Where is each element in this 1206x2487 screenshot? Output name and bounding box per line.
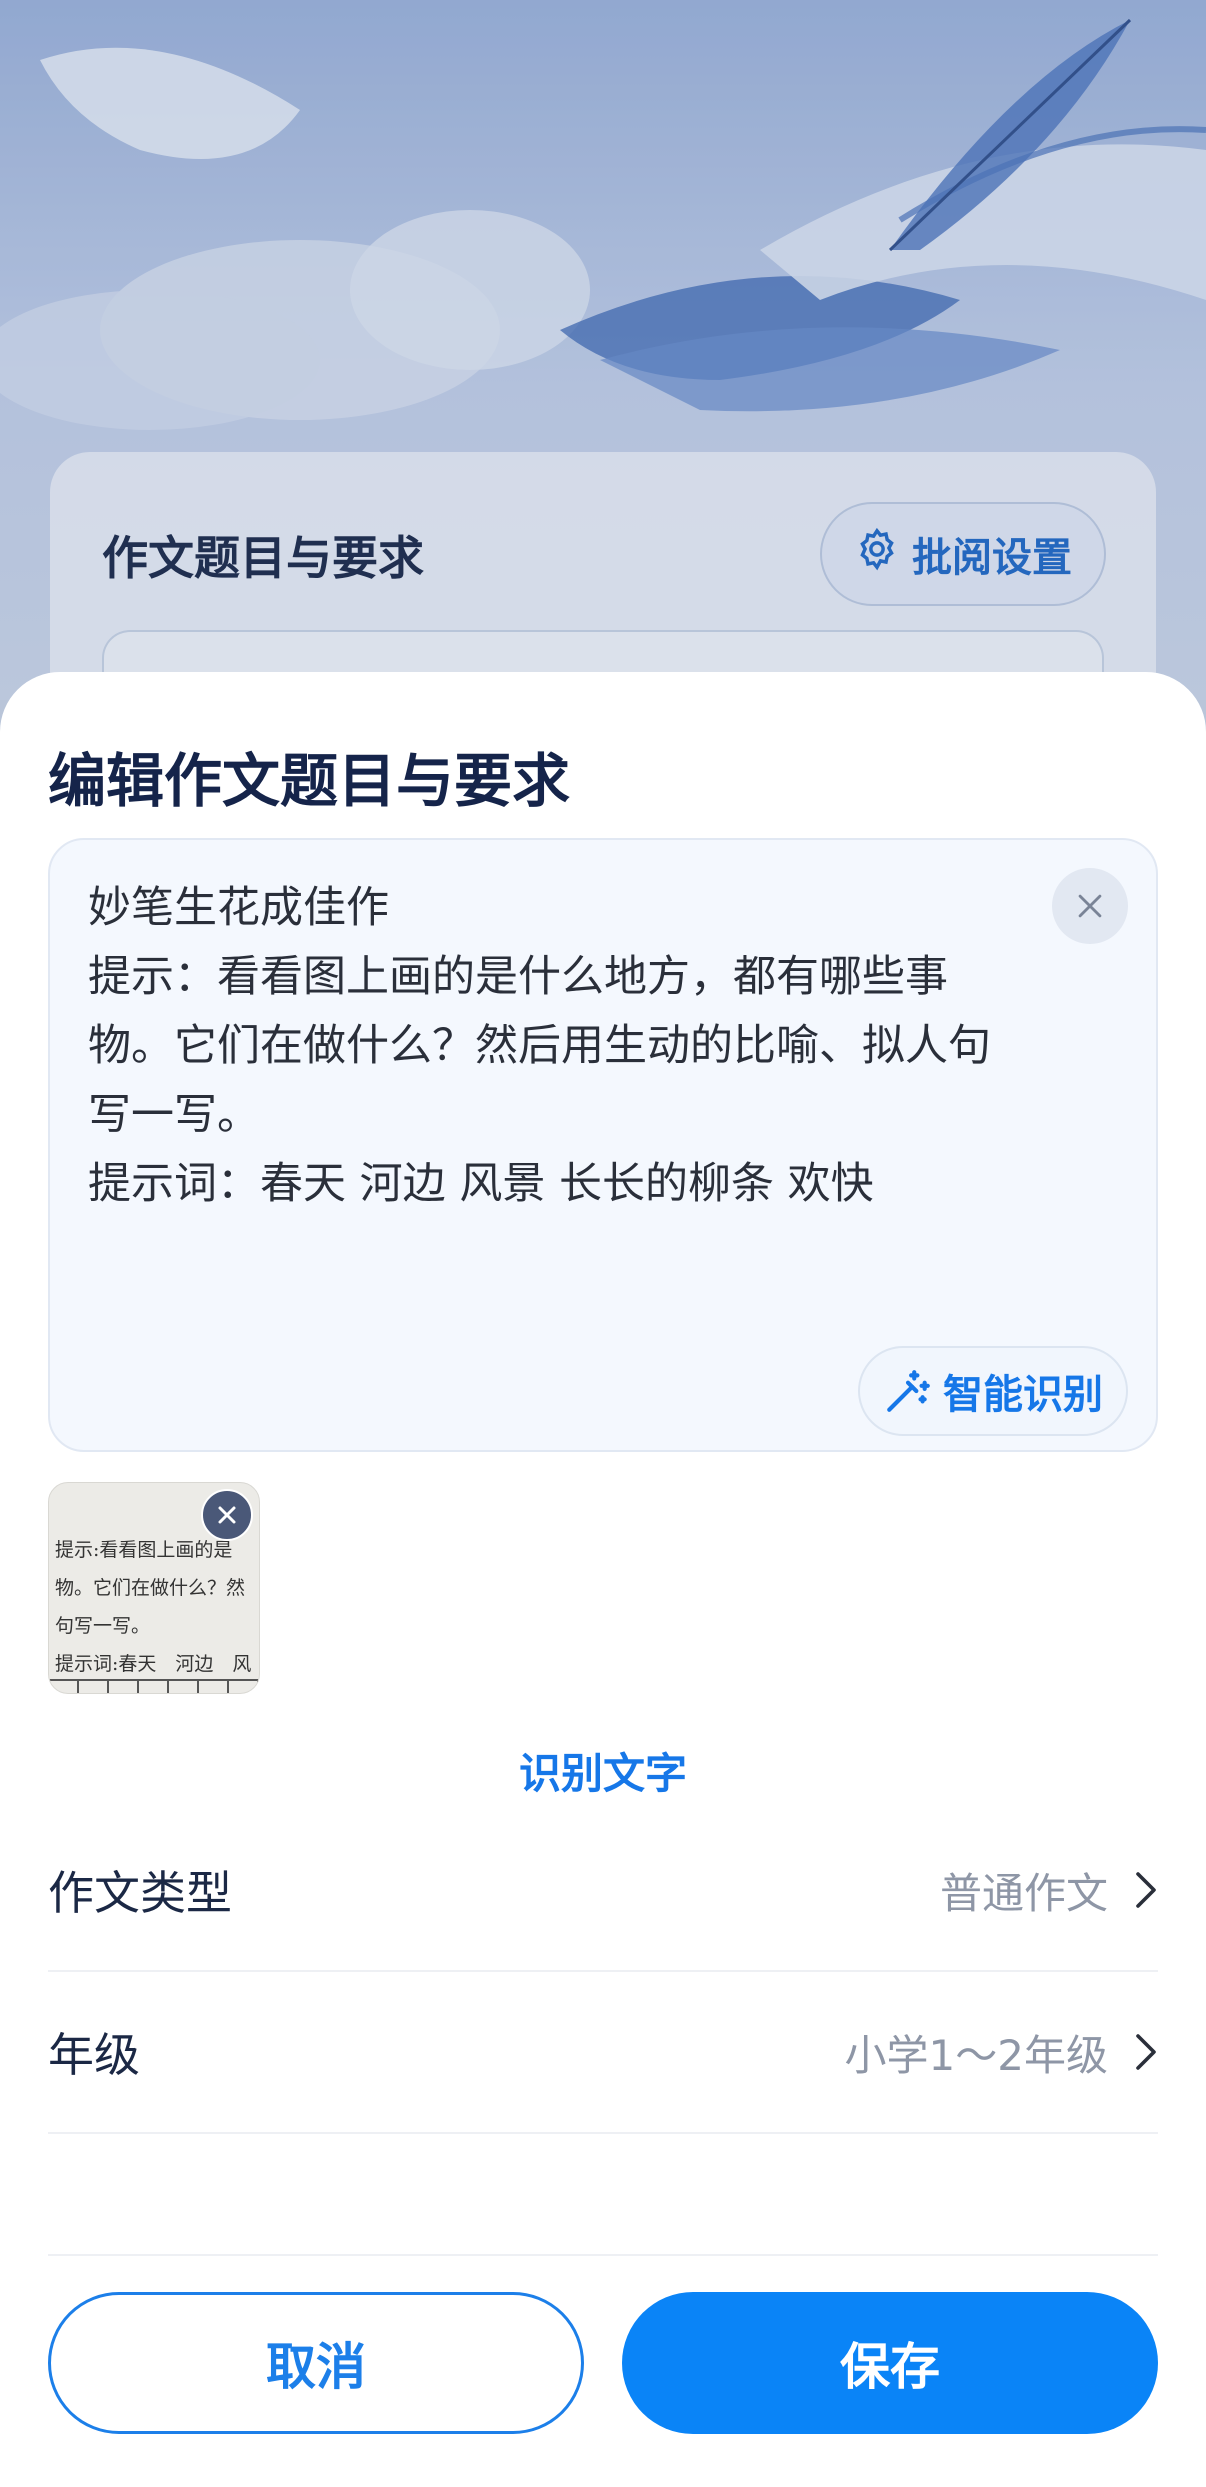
close-icon [1078,894,1102,918]
thumbnail-text-line: 物。它们在做什么？然 [55,1577,246,1599]
topic-text[interactable]: 妙笔生花成佳作 提示：看看图上画的是什么地方，都有哪些事 物。它们在做什么？然后… [88,874,1048,1219]
edit-topic-sheet: 编辑作文题目与要求 妙笔生花成佳作 提示：看看图上画的是什么地方，都有哪些事 物… [0,672,1206,2487]
recognize-text-link[interactable]: 识别文字 [0,1740,1206,1801]
essay-type-value: 普通作文 [939,1868,1108,1918]
topic-textarea[interactable]: 妙笔生花成佳作 提示：看看图上画的是什么地方，都有哪些事 物。它们在做什么？然后… [48,838,1158,1452]
thumbnail-text-line: 句写一写。 [55,1615,151,1637]
topic-text-line: 物。它们在做什么？然后用生动的比喻、拟人句 [88,1021,991,1071]
grade-value: 小学1～2年级 [844,2030,1108,2080]
grade-label: 年级 [48,2028,140,2082]
chevron-right-icon [1136,2034,1156,2070]
thumbnail-text: 提示:看看图上画的是 物。它们在做什么？然 句写一写。 提示词:春天 河边 风 [55,1531,259,1683]
topic-text-line: 妙笔生花成佳作 [88,883,389,933]
thumbnail-text-line: 提示词:春天 河边 风 [55,1653,252,1675]
essay-type-row[interactable]: 作文类型 普通作文 [48,1810,1158,1972]
smart-recognize-label: 智能识别 [943,1372,1103,1418]
grade-value-group: 小学1～2年级 [845,2022,1158,2083]
essay-type-label: 作文类型 [48,1866,232,1920]
uploaded-image-thumbnail[interactable]: 提示:看看图上画的是 物。它们在做什么？然 句写一写。 提示词:春天 河边 风 [48,1482,260,1694]
topic-text-line: 提示词：春天 河边 风景 长长的柳条 欢快 [88,1159,874,1209]
magic-wand-icon [887,1370,930,1412]
essay-type-value-group: 普通作文 [940,1860,1158,1921]
close-icon [218,1506,236,1524]
topic-text-line: 提示：看看图上画的是什么地方，都有哪些事 [88,952,948,1002]
chevron-right-icon [1136,1872,1156,1908]
save-button[interactable]: 保存 [622,2292,1158,2434]
remove-image-button[interactable] [201,1489,253,1541]
grade-row[interactable]: 年级 小学1～2年级 [48,1972,1158,2134]
cancel-button[interactable]: 取消 [48,2292,584,2434]
smart-recognize-button[interactable]: 智能识别 [858,1346,1128,1436]
topic-text-line: 写一写。 [88,1090,260,1140]
thumbnail-grid-lines [49,1679,259,1693]
sheet-title: 编辑作文题目与要求 [48,747,571,815]
footer-divider [48,2254,1158,2256]
clear-text-button[interactable] [1052,868,1128,944]
